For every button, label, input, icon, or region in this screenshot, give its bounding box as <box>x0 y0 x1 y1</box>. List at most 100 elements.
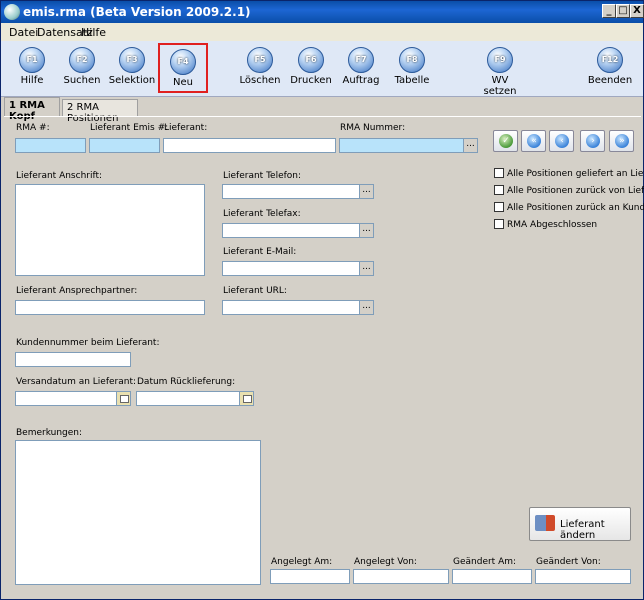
lieferant-telefon-field[interactable]: ... <box>222 184 374 199</box>
calendar-icon[interactable] <box>116 392 130 405</box>
lieferant-url-label: Lieferant URL: <box>223 286 287 296</box>
lieferant-field[interactable] <box>163 138 336 153</box>
lieferant-aendern-button[interactable]: Lieferant ändern <box>529 507 631 541</box>
last-record-button[interactable]: » <box>609 130 634 152</box>
menu-bar: Datei Datensatz Hilfe <box>1 23 643 41</box>
checkbox-label: Alle Positionen zurück an Kunden <box>507 203 644 213</box>
print-label: Drucken <box>290 75 332 86</box>
geaendert-von-label: Geändert Von: <box>536 557 601 567</box>
menu-datei[interactable]: Datei <box>9 26 38 39</box>
new-button[interactable]: F4 Neu <box>158 43 208 93</box>
lieferant-ansprechpartner-field[interactable] <box>15 300 205 315</box>
angelegt-von-label: Angelegt Von: <box>354 557 417 567</box>
rma-nummer-label: RMA Nummer: <box>340 123 406 133</box>
rma-nr-label: RMA #: <box>16 123 50 133</box>
confirm-button[interactable]: ✓ <box>493 130 518 152</box>
selection-button[interactable]: F3 Selektion <box>107 43 157 93</box>
toolbar: F1 Hilfe F2 Suchen F3 Selektion F4 Neu F… <box>1 41 643 97</box>
maximize-button[interactable]: □ <box>616 4 630 18</box>
lieferant-emis-nr-label: Lieferant Emis #: <box>90 123 169 133</box>
truck-icon <box>535 515 555 531</box>
versanddatum-field[interactable] <box>15 391 131 406</box>
delete-button[interactable]: F5 Löschen <box>235 43 285 93</box>
f5-key-icon: F5 <box>247 47 273 73</box>
checkbox-label: RMA Abgeschlossen <box>507 220 598 230</box>
lieferant-email-label: Lieferant E-Mail: <box>223 247 297 257</box>
kundennummer-label: Kundennummer beim Lieferant: <box>16 338 160 348</box>
checkbox-box <box>494 168 504 178</box>
rma-nr-field[interactable] <box>15 138 86 153</box>
telefon-lookup-button[interactable]: ... <box>359 185 373 198</box>
f4-key-icon: F4 <box>170 49 196 75</box>
lieferant-url-field[interactable]: ... <box>222 300 374 315</box>
lieferant-aendern-label: Lieferant ändern <box>560 519 605 541</box>
app-icon <box>4 4 20 20</box>
angelegt-von-field[interactable] <box>353 569 449 584</box>
checkbox-box <box>494 219 504 229</box>
lieferant-telefon-label: Lieferant Telefon: <box>223 171 302 181</box>
table-button[interactable]: F8 Tabelle <box>387 43 437 93</box>
datum-rueck-label: Datum Rücklieferung: <box>137 377 236 387</box>
lieferant-ansprechpartner-label: Lieferant Ansprechpartner: <box>16 286 138 296</box>
print-button[interactable]: F6 Drucken <box>286 43 336 93</box>
checkbox-zurueck-an-kunden[interactable]: Alle Positionen zurück an Kunden <box>494 202 644 213</box>
angelegt-am-label: Angelegt Am: <box>271 557 333 567</box>
minimize-button[interactable]: _ <box>602 4 616 18</box>
lieferant-anschrift-textarea[interactable] <box>15 184 205 276</box>
f6-key-icon: F6 <box>298 47 324 73</box>
checkbox-zurueck-von-lieferant[interactable]: Alle Positionen zurück von Lieferant <box>494 185 644 196</box>
rma-kopf-panel: RMA #: Lieferant Emis #: Lieferant: RMA … <box>4 116 644 596</box>
close-button[interactable]: X <box>630 4 644 18</box>
bemerkungen-textarea[interactable] <box>15 440 261 585</box>
next-record-button[interactable]: › <box>580 130 605 152</box>
tab-rma-positionen[interactable]: 2 RMA Positionen <box>62 99 138 124</box>
rma-nummer-lookup-button[interactable]: ... <box>463 139 477 152</box>
email-lookup-button[interactable]: ... <box>359 262 373 275</box>
checkbox-rma-abgeschlossen[interactable]: RMA Abgeschlossen <box>494 219 597 230</box>
search-button[interactable]: F2 Suchen <box>57 43 107 93</box>
wv-set-label: WV setzen <box>483 75 517 97</box>
exit-button[interactable]: F12 Beenden <box>585 43 635 93</box>
calendar-icon[interactable] <box>239 392 253 405</box>
kundennummer-field[interactable] <box>15 352 131 367</box>
exit-label: Beenden <box>587 75 633 86</box>
app-window: emis.rma (Beta Version 2009.2.1) _ □ X D… <box>0 0 644 600</box>
wv-set-button[interactable]: F9 WV setzen <box>475 43 525 97</box>
order-button[interactable]: F7 Auftrag <box>336 43 386 93</box>
lieferant-telefax-field[interactable]: ... <box>222 223 374 238</box>
angelegt-am-field[interactable] <box>270 569 350 584</box>
help-label: Hilfe <box>20 75 44 86</box>
previous-record-button[interactable]: ‹ <box>549 130 574 152</box>
f9-key-icon: F9 <box>487 47 513 73</box>
geaendert-am-label: Geändert Am: <box>453 557 517 567</box>
delete-label: Löschen <box>239 75 281 86</box>
order-label: Auftrag <box>342 75 380 86</box>
tab-rma-kopf[interactable]: 1 RMA Kopf <box>4 97 60 122</box>
lieferant-telefax-label: Lieferant Telefax: <box>223 209 301 219</box>
checkbox-geliefert-an-lieferant[interactable]: Alle Positionen geliefert an Lieferant <box>494 168 644 179</box>
check-icon: ✓ <box>499 134 513 148</box>
window-title: emis.rma (Beta Version 2009.2.1) <box>23 5 251 19</box>
url-lookup-button[interactable]: ... <box>359 301 373 314</box>
next-icon: › <box>586 134 600 148</box>
rma-nummer-field[interactable]: ... <box>339 138 478 153</box>
datum-rueck-field[interactable] <box>136 391 254 406</box>
checkbox-box <box>494 202 504 212</box>
geaendert-von-field[interactable] <box>535 569 631 584</box>
checkbox-label: Alle Positionen geliefert an Lieferant <box>507 169 644 179</box>
first-record-button[interactable]: « <box>521 130 546 152</box>
tab-strip: 1 RMA Kopf 2 RMA Positionen <box>1 97 643 124</box>
menu-hilfe[interactable]: Hilfe <box>81 26 106 39</box>
help-button[interactable]: F1 Hilfe <box>7 43 57 93</box>
f8-key-icon: F8 <box>399 47 425 73</box>
selection-label: Selektion <box>108 75 156 86</box>
f7-key-icon: F7 <box>348 47 374 73</box>
checkbox-label: Alle Positionen zurück von Lieferant <box>507 186 644 196</box>
table-label: Tabelle <box>394 75 430 86</box>
lieferant-email-field[interactable]: ... <box>222 261 374 276</box>
telefax-lookup-button[interactable]: ... <box>359 224 373 237</box>
geaendert-am-field[interactable] <box>452 569 532 584</box>
versanddatum-label: Versandatum an Lieferant: <box>16 377 137 387</box>
first-icon: « <box>527 134 541 148</box>
lieferant-emis-nr-field[interactable] <box>89 138 160 153</box>
